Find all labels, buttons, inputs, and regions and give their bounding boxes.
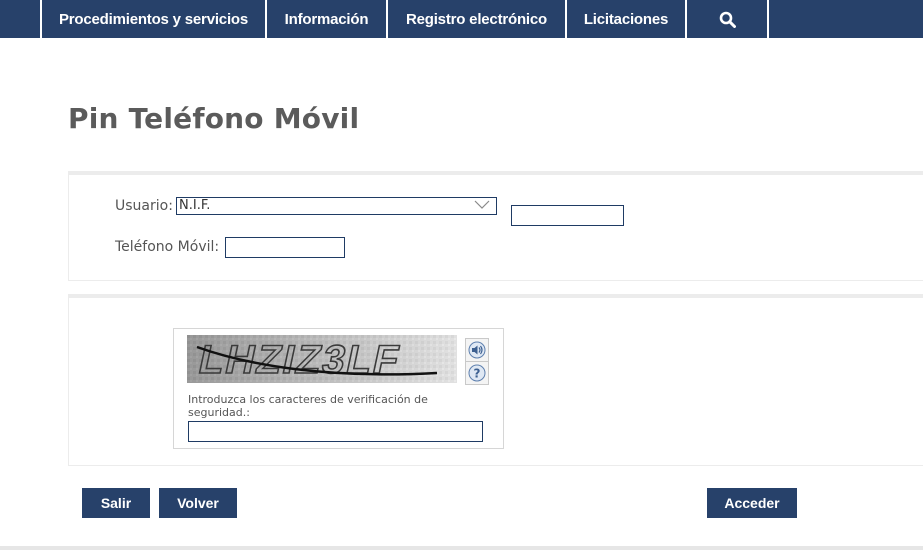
nav-label: Registro electrónico <box>405 10 548 28</box>
nav-procedimientos-servicios[interactable]: Procedimientos y servicios <box>40 0 267 38</box>
user-panel <box>68 171 923 281</box>
help-icon: ? <box>468 364 486 382</box>
nav-licitaciones[interactable]: Licitaciones <box>567 0 687 38</box>
captcha-instruction: Introduzca los caracteres de verificació… <box>188 393 428 419</box>
usuario-type-value: N.I.F. <box>179 198 211 213</box>
usuario-input[interactable] <box>511 205 624 226</box>
top-navigation: Procedimientos y servicios Información R… <box>0 0 923 38</box>
nav-informacion[interactable]: Información <box>267 0 388 38</box>
captcha-help-button[interactable]: ? <box>465 361 489 385</box>
captcha-image: LHZIZ3LF <box>187 335 457 383</box>
nav-search-button[interactable] <box>687 0 769 38</box>
volver-button[interactable]: Volver <box>159 488 237 518</box>
nav-label: Licitaciones <box>583 10 669 28</box>
acceder-button[interactable]: Acceder <box>707 488 797 518</box>
search-icon <box>719 11 736 28</box>
usuario-label: Usuario: <box>115 198 173 214</box>
usuario-type-select[interactable]: N.I.F. <box>176 197 497 215</box>
nav-label: Información <box>284 10 369 28</box>
bottom-divider <box>0 546 923 550</box>
captcha-audio-button[interactable] <box>465 338 489 362</box>
nav-registro-electronico[interactable]: Registro electrónico <box>388 0 567 38</box>
nav-label: Procedimientos y servicios <box>58 10 249 28</box>
telefono-label: Teléfono Móvil: <box>115 239 220 255</box>
chevron-down-icon <box>474 200 490 209</box>
page-title: Pin Teléfono Móvil <box>68 102 360 135</box>
svg-text:?: ? <box>474 367 481 381</box>
captcha-input[interactable] <box>188 421 483 442</box>
salir-button[interactable]: Salir <box>82 488 150 518</box>
telefono-input[interactable] <box>225 237 345 258</box>
speaker-icon <box>468 341 486 359</box>
